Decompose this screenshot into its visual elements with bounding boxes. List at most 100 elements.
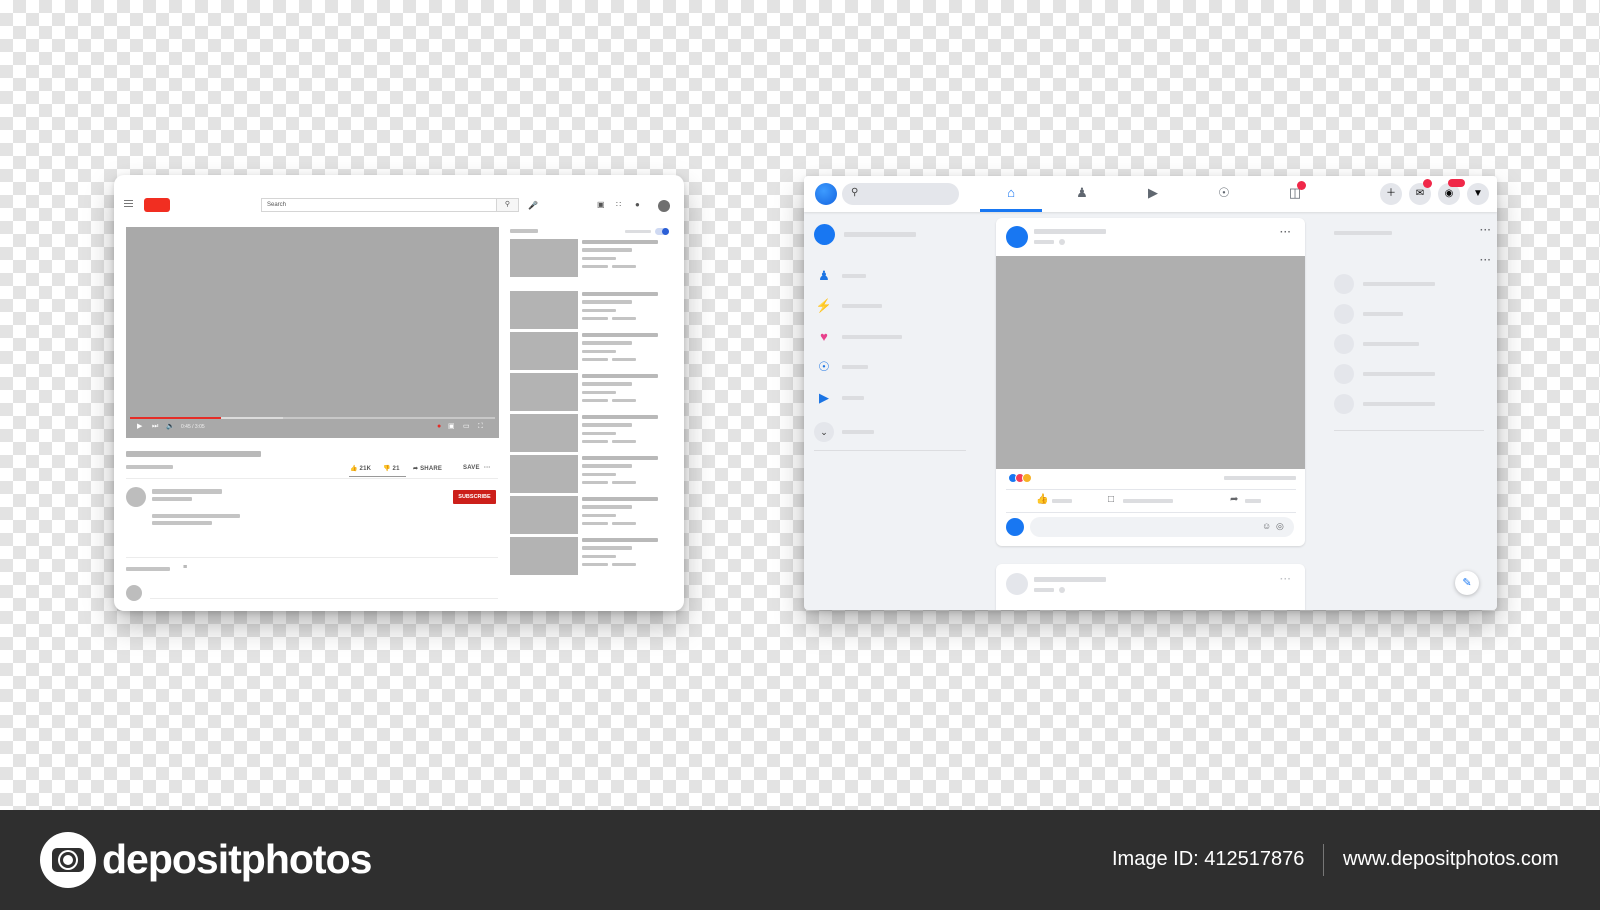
groups-icon[interactable]: ☉ [1212,182,1236,204]
contact-item[interactable] [1334,274,1484,296]
profile-name-placeholder [844,232,916,237]
recommended-video-item[interactable] [510,373,670,411]
recommended-video-item[interactable] [510,291,670,329]
hamburger-menu-icon[interactable] [124,200,133,207]
friends-icon[interactable]: ♟ [815,267,833,285]
recommended-video-item[interactable] [510,537,670,575]
recommended-thumbnail[interactable] [510,291,578,329]
user-avatar[interactable] [658,200,670,212]
autoplay-toggle[interactable] [655,228,669,235]
microphone-icon[interactable]: 🎤 [528,202,538,210]
contact-item[interactable] [1334,394,1484,416]
video-player[interactable]: ▶ ⏭ 🔈 0:45 / 3:05 ● ▣ ▭ ⛶ [126,227,499,438]
sort-icon[interactable]: ≡ [183,564,187,571]
post-options-button[interactable]: ··· [1280,575,1292,585]
profile-avatar[interactable] [814,224,835,245]
post-image[interactable] [996,256,1305,469]
recommended-meta-line [612,358,636,361]
emoji-icon[interactable]: ☺ [1262,521,1271,531]
recommended-title-line [582,505,632,509]
messenger-icon: ✉ [1415,188,1425,199]
recommended-meta-line [582,563,608,566]
dislike-button[interactable]: 👎 21 [383,465,400,472]
recommended-video-item[interactable] [510,496,670,534]
played-bar [130,417,222,419]
thumbs-up-icon: 👍 [350,466,358,472]
dating-heart-icon[interactable]: ♥ [815,328,833,346]
messenger-icon[interactable]: ⚡ [815,297,833,315]
recommended-title-line [582,240,658,244]
account-menu-button[interactable]: ▼ [1467,183,1489,205]
recommended-video-item[interactable] [510,332,670,370]
channel-avatar[interactable] [126,487,146,507]
post-author-avatar[interactable] [1006,226,1028,248]
friends-icon[interactable]: ♟ [1070,182,1094,204]
recommended-thumbnail[interactable] [510,496,578,534]
notifications-bell-icon[interactable]: ● [635,201,640,209]
share-button[interactable]: ➦ [1230,494,1238,505]
share-label-placeholder [1245,499,1261,503]
recommended-video-item[interactable] [510,455,670,493]
recommended-thumbnail[interactable] [510,239,578,277]
watch-icon[interactable]: ▶ [815,389,833,407]
post-options-button[interactable]: ··· [1280,228,1292,238]
search-button[interactable]: ⚲ [497,198,519,212]
volume-icon[interactable]: 🔈 [166,423,175,430]
save-button[interactable]: SAVE [463,465,480,471]
depositphotos-camera-logo-icon [40,832,96,888]
thumbs-up-icon: 👍 [1036,494,1049,505]
comment-input[interactable]: ☺ ◎ [1030,517,1294,537]
recommended-video-item[interactable] [510,239,670,277]
more-actions-button[interactable]: ··· [484,465,491,471]
recommended-channel-line [582,514,616,517]
search-input[interactable]: ⚲ [842,183,959,205]
contact-avatar [1334,394,1354,414]
right-column-options[interactable]: ··· [1480,226,1492,236]
share-label: SHARE [420,466,443,472]
facebook-window: ⚲ ⌂ ♟ ▶ ☉ ◫ ＋ ✉ ◉ ▼ ♟ ⚡ ♥ ☉ ▶ ⌄ ··· 👍 □ … [804,176,1497,610]
recommended-thumbnail[interactable] [510,373,578,411]
share-button[interactable]: ➦ SHARE [413,465,442,472]
recommended-video-item[interactable] [510,414,670,452]
post-time-placeholder [1034,588,1054,592]
recommended-meta-line [582,399,608,402]
subscribe-button[interactable]: SUBSCRIBE [453,490,496,504]
search-input[interactable]: Search [261,198,497,212]
contact-item[interactable] [1334,364,1484,386]
create-button[interactable]: ＋ [1380,183,1402,205]
haha-reaction-icon [1022,473,1032,483]
apps-grid-icon[interactable]: ∷ [616,201,621,209]
contacts-options[interactable]: ··· [1480,256,1492,266]
next-icon[interactable]: ⏭ [152,423,158,430]
recommended-title-line [582,456,658,460]
contact-item[interactable] [1334,334,1484,356]
fullscreen-icon[interactable]: ⛶ [478,423,483,430]
play-icon[interactable]: ▶ [137,423,142,430]
recommended-thumbnail[interactable] [510,537,578,575]
privacy-globe-icon [1059,587,1065,593]
comment-button[interactable]: □ [1108,494,1114,505]
notification-badge [1297,181,1306,190]
recommended-thumbnail[interactable] [510,455,578,493]
video-progress-bar[interactable] [130,417,495,419]
see-more-chevron-icon[interactable]: ⌄ [814,422,834,442]
watch-icon[interactable]: ▶ [1141,182,1165,204]
new-message-button[interactable]: ✎ [1455,571,1479,595]
miniplayer-icon[interactable]: ▣ [448,423,455,430]
recommended-thumbnail[interactable] [510,414,578,452]
comment-input-line[interactable] [150,598,498,599]
create-video-icon[interactable]: ▣ [597,201,605,209]
youtube-logo[interactable] [144,198,170,212]
home-icon[interactable]: ⌂ [999,182,1023,204]
groups-icon[interactable]: ☉ [815,358,833,376]
post-author-avatar[interactable] [1006,573,1028,595]
recommended-thumbnail[interactable] [510,332,578,370]
camera-icon[interactable]: ◎ [1276,521,1284,532]
comment-bubble-icon: □ [1108,494,1115,505]
autoplay-icon[interactable]: ● [437,423,441,430]
contact-item[interactable] [1334,304,1484,326]
facebook-logo[interactable] [815,183,837,205]
like-button[interactable]: 👍 [1036,494,1048,505]
like-button[interactable]: 👍 21K [350,465,371,472]
theater-mode-icon[interactable]: ▭ [463,423,470,430]
